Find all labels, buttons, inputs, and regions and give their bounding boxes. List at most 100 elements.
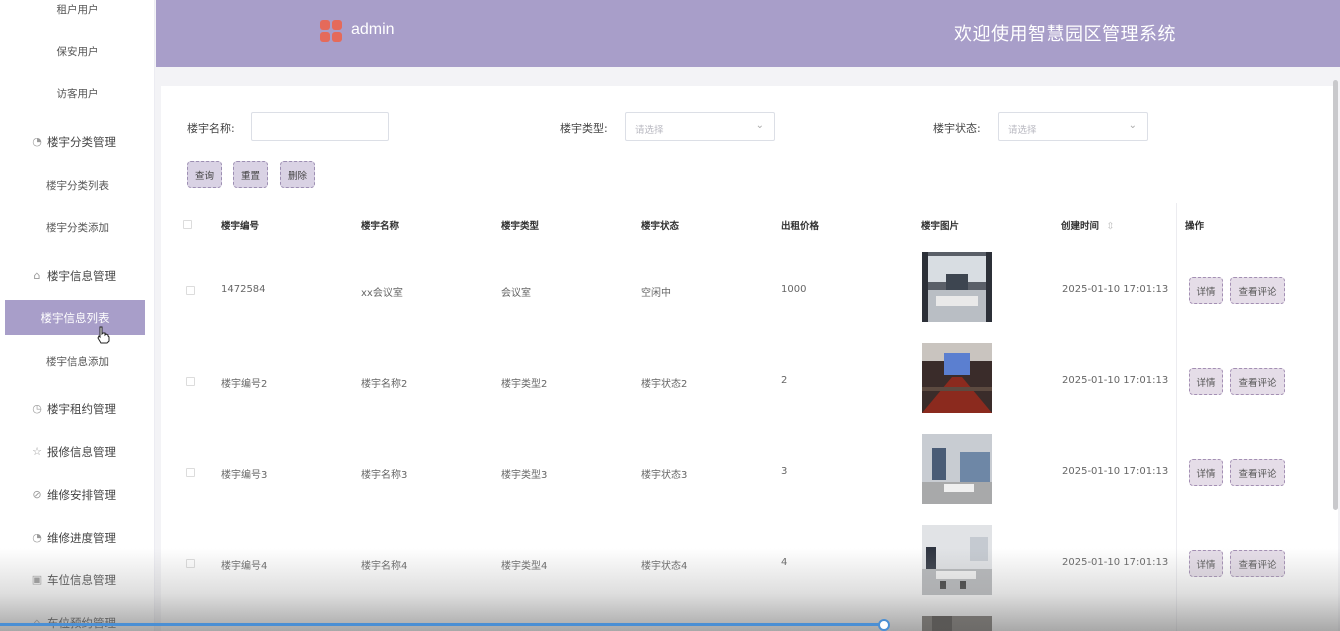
sort-icon[interactable]: ⇳ [1106, 221, 1114, 232]
view-comments-button[interactable]: 查看评论 [1230, 550, 1285, 577]
sidebar-item-label: 楼宇分类管理 [47, 135, 116, 149]
status-select-placeholder: 请选择 [1008, 125, 1037, 136]
building-image[interactable] [922, 343, 992, 413]
cell-type: 楼宇类型3 [501, 470, 548, 481]
calendar-icon: ▣ [31, 573, 43, 586]
compass-icon: ⊘ [32, 488, 42, 501]
cell-status: 楼宇状态4 [641, 561, 688, 572]
building-image[interactable] [922, 525, 992, 595]
pie-icon: ◔ [32, 531, 42, 544]
row-checkbox[interactable] [186, 559, 195, 568]
col-header-status: 楼宇状态 [641, 221, 680, 232]
type-select[interactable]: 请选择 ⌄ [625, 112, 775, 141]
reset-button[interactable]: 重置 [233, 161, 268, 188]
col-header-price: 出租价格 [781, 221, 820, 232]
detail-button[interactable]: 详情 [1189, 277, 1223, 304]
sidebar-item-label: 报修信息管理 [47, 445, 116, 459]
video-progress-handle[interactable] [878, 619, 890, 631]
name-label: 楼宇名称: [187, 122, 235, 135]
status-select[interactable]: 请选择 ⌄ [998, 112, 1148, 141]
detail-button[interactable]: 详情 [1189, 550, 1223, 577]
cell-price: 3 [781, 466, 788, 477]
sidebar-item-visitor-users[interactable]: 访客用户 [0, 86, 155, 101]
sidebar-item-label: 楼宇信息添加 [46, 356, 109, 368]
sidebar-group-parking[interactable]: ▣ 车位信息管理 [0, 572, 155, 588]
main-panel [161, 86, 1338, 631]
col-header-type: 楼宇类型 [501, 221, 540, 232]
building-icon: ⌂ [33, 269, 41, 282]
cell-status: 楼宇状态2 [641, 379, 688, 390]
row-checkbox[interactable] [186, 377, 195, 386]
chevron-down-icon: ⌄ [755, 120, 764, 131]
cell-price: 4 [781, 557, 788, 568]
row-checkbox[interactable] [186, 286, 195, 295]
cell-type: 楼宇类型2 [501, 379, 548, 390]
fixed-column-divider [1176, 203, 1177, 631]
query-button[interactable]: 查询 [187, 161, 222, 188]
status-label: 楼宇状态: [933, 122, 981, 135]
clock-icon: ◷ [32, 402, 42, 415]
cell-price: 1000 [781, 284, 807, 295]
col-header-created-label: 创建时间 [1061, 221, 1100, 232]
col-header-actions: 操作 [1185, 221, 1205, 232]
sidebar-group-maintenance-progress[interactable]: ◔ 维修进度管理 [0, 530, 155, 546]
sidebar-item-label: 车位信息管理 [47, 573, 116, 587]
building-image[interactable] [922, 252, 992, 322]
view-comments-button[interactable]: 查看评论 [1230, 459, 1285, 486]
sidebar-group-maintenance-schedule[interactable]: ⊘ 维修安排管理 [0, 487, 155, 503]
building-image[interactable] [922, 616, 992, 631]
current-user[interactable]: admin [351, 21, 395, 39]
cell-price: 2 [781, 375, 788, 386]
name-input[interactable] [251, 112, 389, 141]
pie-icon: ◔ [32, 135, 42, 148]
building-image[interactable] [922, 434, 992, 504]
cell-code: 楼宇编号3 [221, 470, 268, 481]
sidebar-item-guard-users[interactable]: 保安用户 [0, 44, 155, 59]
type-label: 楼宇类型: [560, 122, 608, 135]
delete-button[interactable]: 删除 [280, 161, 315, 188]
welcome-title: 欢迎使用智慧园区管理系统 [954, 24, 1176, 45]
detail-button[interactable]: 详情 [1189, 368, 1223, 395]
col-header-created[interactable]: 创建时间 ⇳ [1061, 218, 1114, 232]
sidebar-group-lease[interactable]: ◷ 楼宇租约管理 [0, 401, 155, 417]
sidebar-item-category-list[interactable]: 楼宇分类列表 [0, 178, 155, 193]
sidebar-item-label: 租户用户 [56, 4, 99, 16]
view-comments-button[interactable]: 查看评论 [1230, 277, 1285, 304]
sidebar-item-building-list[interactable]: 楼宇信息列表 [5, 300, 145, 335]
sidebar-item-tenant-users[interactable]: 租户用户 [0, 2, 155, 17]
sidebar-item-label: 楼宇分类列表 [46, 180, 109, 192]
cell-name: 楼宇名称4 [361, 561, 408, 572]
cell-created: 2025-01-10 17:01:13 [1062, 284, 1169, 295]
col-header-code: 楼宇编号 [221, 221, 260, 232]
sidebar-item-label: 楼宇租约管理 [47, 402, 116, 416]
sidebar-item-label: 楼宇信息列表 [40, 310, 110, 325]
sidebar-group-repair[interactable]: ☆ 报修信息管理 [0, 444, 155, 460]
detail-button[interactable]: 详情 [1189, 459, 1223, 486]
sidebar-item-label: 访客用户 [56, 88, 99, 100]
cell-created: 2025-01-10 17:01:13 [1062, 466, 1169, 477]
type-select-placeholder: 请选择 [635, 125, 664, 136]
sidebar-item-building-add[interactable]: 楼宇信息添加 [0, 354, 155, 369]
sidebar-item-category-add[interactable]: 楼宇分类添加 [0, 220, 155, 235]
sidebar: 租户用户 保安用户 访客用户 ◔ 楼宇分类管理 楼宇分类列表 楼宇分类添加 ⌂ … [0, 0, 155, 631]
top-header: admin 欢迎使用智慧园区管理系统 [156, 0, 1340, 67]
cell-code: 楼宇编号2 [221, 379, 268, 390]
cell-code: 1472584 [221, 284, 266, 295]
sidebar-item-label: 维修进度管理 [47, 531, 116, 545]
cell-name: 楼宇名称2 [361, 379, 408, 390]
cell-type: 会议室 [501, 288, 531, 299]
video-progress-bar[interactable] [0, 623, 885, 626]
cell-created: 2025-01-10 17:01:13 [1062, 557, 1169, 568]
cell-type: 楼宇类型4 [501, 561, 548, 572]
sidebar-item-label: 保安用户 [56, 46, 99, 58]
hand-cursor-icon [97, 326, 110, 344]
view-comments-button[interactable]: 查看评论 [1230, 368, 1285, 395]
select-all-checkbox[interactable] [183, 220, 192, 229]
vertical-scrollbar[interactable] [1333, 80, 1338, 510]
sidebar-group-building-info[interactable]: ⌂ 楼宇信息管理 [0, 268, 155, 284]
cell-name: xx会议室 [361, 288, 403, 299]
sidebar-group-building-category[interactable]: ◔ 楼宇分类管理 [0, 134, 155, 150]
row-checkbox[interactable] [186, 468, 195, 477]
sidebar-item-label: 楼宇信息管理 [47, 269, 116, 283]
sidebar-item-label: 楼宇分类添加 [46, 222, 109, 234]
